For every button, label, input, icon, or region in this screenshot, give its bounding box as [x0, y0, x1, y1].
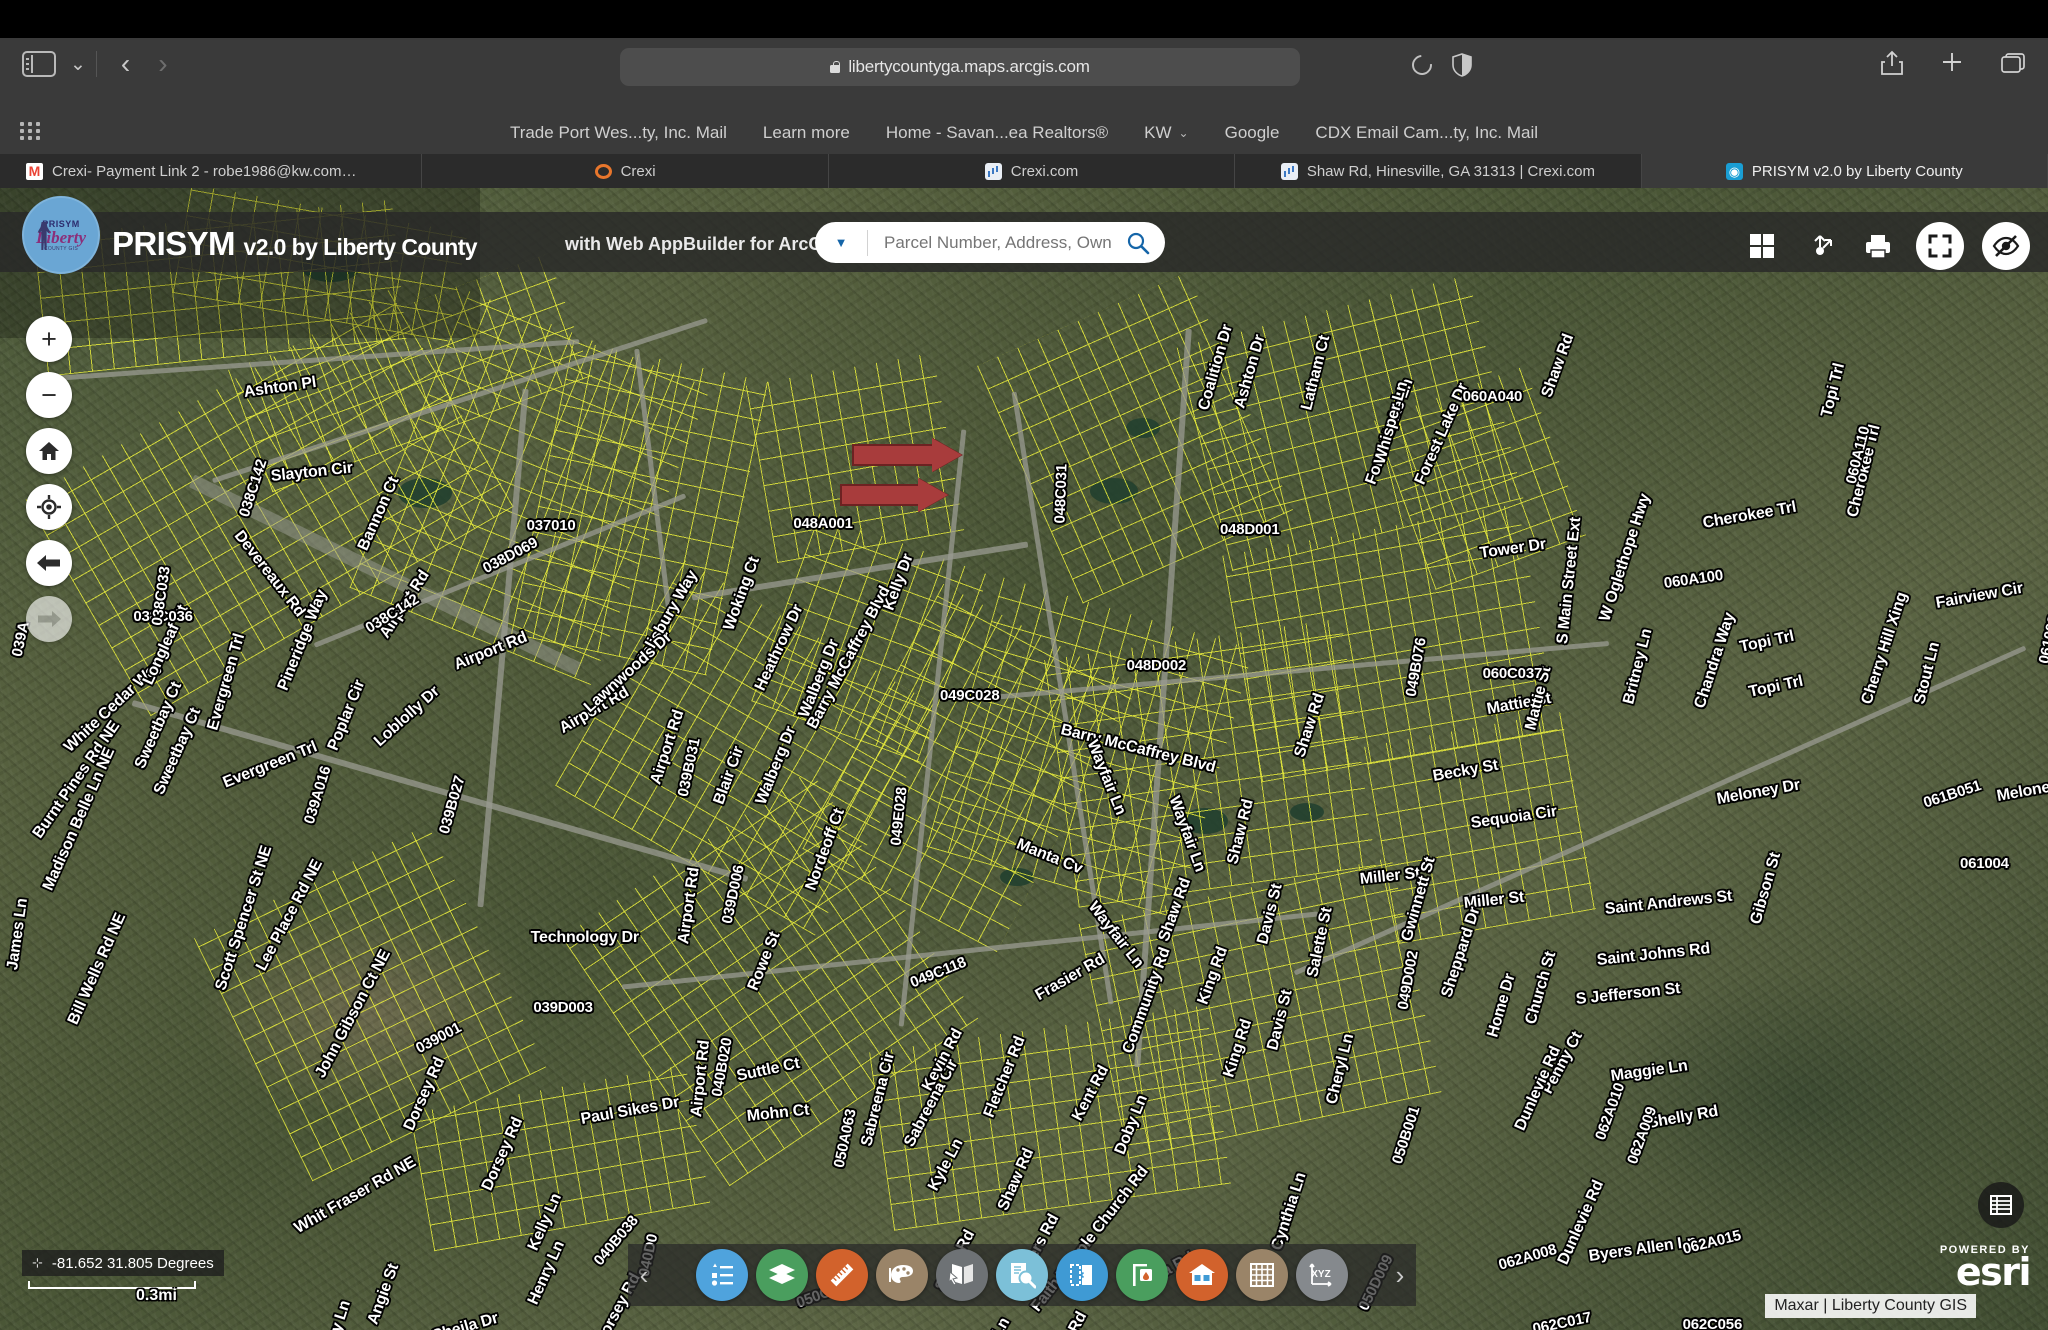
- scale-bar: 0.3mi: [28, 1281, 208, 1307]
- svg-text:XYZ: XYZ: [1311, 1269, 1330, 1280]
- browser-tab[interactable]: Crexi.com: [829, 154, 1236, 188]
- chevron-down-icon[interactable]: ⌄: [70, 55, 86, 74]
- bookmark-label: KW: [1144, 123, 1172, 142]
- browser-tab[interactable]: Crexi- Payment Link 2 - robe1986@kw.com…: [0, 154, 423, 188]
- reload-icon[interactable]: [1407, 50, 1437, 80]
- esri-logo: POWERED BY esri: [1940, 1244, 2032, 1294]
- swipe-tool-button[interactable]: [936, 1249, 988, 1301]
- next-extent-button[interactable]: [26, 596, 72, 642]
- prisym-favicon-icon: [1725, 162, 1743, 180]
- coordinate-text: -81.652 31.805 Degrees: [51, 1254, 214, 1272]
- fullscreen-button[interactable]: [1916, 222, 1964, 270]
- bookmark-label: Google: [1224, 123, 1280, 142]
- coordinate-display: ⊹ -81.652 31.805 Degrees: [22, 1250, 224, 1276]
- property-info-tool-button[interactable]: [1176, 1249, 1228, 1301]
- bookmark-item[interactable]: Home - Savan...ea Realtors®: [886, 123, 1108, 143]
- browser-tab-active[interactable]: PRISYM v2.0 by Liberty County: [1641, 154, 2048, 188]
- tab-label: Crexi- Payment Link 2 - robe1986@kw.com…: [52, 162, 357, 180]
- draw-tool-button[interactable]: [876, 1249, 928, 1301]
- forward-button[interactable]: ›: [144, 50, 181, 78]
- app-title-version: v2.0 by Liberty County: [243, 234, 478, 260]
- crexi-favicon-icon: [594, 163, 612, 179]
- expand-arrows-icon[interactable]: [1800, 226, 1840, 266]
- bookmark-label: Learn more: [762, 123, 850, 142]
- tab-label: PRISYM v2.0 by Liberty County: [1751, 162, 1963, 180]
- compare-tool-button[interactable]: [1056, 1249, 1108, 1301]
- home-button[interactable]: [26, 428, 72, 474]
- highlight-arrow-upper: [852, 438, 962, 472]
- toolbar-next-button[interactable]: ›: [1384, 1260, 1416, 1291]
- widget-list: XYZ: [660, 1249, 1384, 1301]
- lock-icon: [830, 61, 841, 73]
- locate-button[interactable]: [26, 484, 72, 530]
- tab-strip: Crexi- Payment Link 2 - robe1986@kw.com……: [0, 154, 2048, 188]
- bookmark-label: Trade Port Wes...ty, Inc. Mail: [509, 123, 727, 142]
- layer-list-tool-button[interactable]: [756, 1249, 808, 1301]
- esri-wordmark: esri: [1955, 1249, 2032, 1294]
- zoom-in-button[interactable]: +: [26, 316, 72, 362]
- sidebar-toggle-icon[interactable]: [22, 51, 56, 77]
- search-attributes-tool-button[interactable]: [996, 1249, 1048, 1301]
- address-bar[interactable]: libertycountyga.maps.arcgis.com: [620, 48, 1300, 86]
- coordinate-tool-button[interactable]: XYZ: [1296, 1249, 1348, 1301]
- caret-down-icon[interactable]: ▼: [815, 235, 867, 250]
- browser-tab[interactable]: Crexi: [422, 154, 829, 188]
- search-box[interactable]: ▼: [815, 222, 1165, 263]
- window-titlebar: [0, 0, 2048, 38]
- bookmark-item[interactable]: Trade Port Wes...ty, Inc. Mail: [510, 123, 727, 143]
- app-title: PRISYM v2.0 by Liberty County: [112, 225, 478, 263]
- bookmark-item[interactable]: CDX Email Cam...ty, Inc. Mail: [1315, 123, 1538, 143]
- bookmark-item[interactable]: Learn more: [763, 123, 850, 143]
- crosshair-small-icon: ⊹: [32, 1255, 43, 1270]
- previous-extent-button[interactable]: [26, 540, 72, 586]
- search-input[interactable]: [868, 232, 1111, 253]
- logo-line3: COUNTY GIS: [43, 245, 79, 252]
- tab-label: Shaw Rd, Hinesville, GA 31313 | Crexi.co…: [1306, 162, 1596, 180]
- prisym-logo[interactable]: PRISYM Liberty COUNTY GIS: [22, 196, 100, 274]
- widget-toolbar: ‹ XYZ ›: [628, 1244, 1416, 1306]
- chevron-down-icon: ⌄: [1178, 126, 1189, 140]
- bookmark-label: Home - Savan...ea Realtors®: [885, 123, 1109, 142]
- zoom-out-button[interactable]: −: [26, 372, 72, 418]
- near-me-tool-button[interactable]: [1116, 1249, 1168, 1301]
- bookmarks-bar: Trade Port Wes...ty, Inc. Mail Learn mor…: [0, 112, 2048, 154]
- browser-chrome: ⌄ ‹ › libertycountyga.maps.arcgis.com Tr…: [0, 0, 2048, 154]
- map-attribution: Maxar | Liberty County GIS: [1765, 1294, 1976, 1318]
- print-icon[interactable]: [1858, 226, 1898, 266]
- toolbar-prev-button[interactable]: ‹: [628, 1260, 660, 1291]
- browser-tab[interactable]: Shaw Rd, Hinesville, GA 31313 | Crexi.co…: [1235, 154, 1642, 188]
- bookmark-item[interactable]: Google: [1225, 123, 1280, 143]
- chart-favicon-icon: [984, 162, 1002, 180]
- browser-nav-left: ⌄ ‹ ›: [22, 50, 182, 78]
- back-button[interactable]: ‹: [107, 50, 144, 78]
- tab-label: Crexi.com: [1010, 162, 1079, 180]
- grid-layout-icon[interactable]: [1742, 226, 1782, 266]
- logo-line1: PRISYM: [42, 218, 80, 229]
- plus-icon[interactable]: [1940, 50, 1966, 76]
- attribute-table-button[interactable]: [1978, 1182, 2024, 1228]
- legend-tool-button[interactable]: [696, 1249, 748, 1301]
- grid-overlay-tool-button[interactable]: [1236, 1249, 1288, 1301]
- tab-label: Crexi: [620, 162, 656, 180]
- bookmark-label: CDX Email Cam...ty, Inc. Mail: [1315, 123, 1539, 142]
- app-title-main: PRISYM: [112, 225, 236, 262]
- app-subtitle: with Web AppBuilder for ArcGIS: [565, 234, 840, 254]
- tab-overview-icon[interactable]: [2000, 50, 2026, 76]
- app-header-icons: [1742, 222, 2030, 270]
- toolbar-divider: [95, 51, 97, 77]
- chart-favicon-icon: [1280, 162, 1298, 180]
- eye-off-button[interactable]: [1982, 222, 2030, 270]
- gmail-favicon-icon: [26, 162, 43, 180]
- share-icon[interactable]: [1880, 50, 1906, 76]
- browser-nav-right: [1880, 50, 2026, 76]
- map-canvas[interactable]: Ashton Pl Slayton Cir Bannon Ct Devereaux R…: [0, 188, 2048, 1330]
- search-icon[interactable]: [1111, 231, 1165, 255]
- shield-icon[interactable]: [1452, 53, 1472, 77]
- measurement-tool-button[interactable]: [816, 1249, 868, 1301]
- scale-bar-label: 0.3mi: [136, 1287, 177, 1304]
- url-text: libertycountyga.maps.arcgis.com: [848, 57, 1090, 76]
- bookmark-item[interactable]: KW ⌄: [1144, 123, 1188, 143]
- highlight-arrow-lower: [840, 478, 950, 512]
